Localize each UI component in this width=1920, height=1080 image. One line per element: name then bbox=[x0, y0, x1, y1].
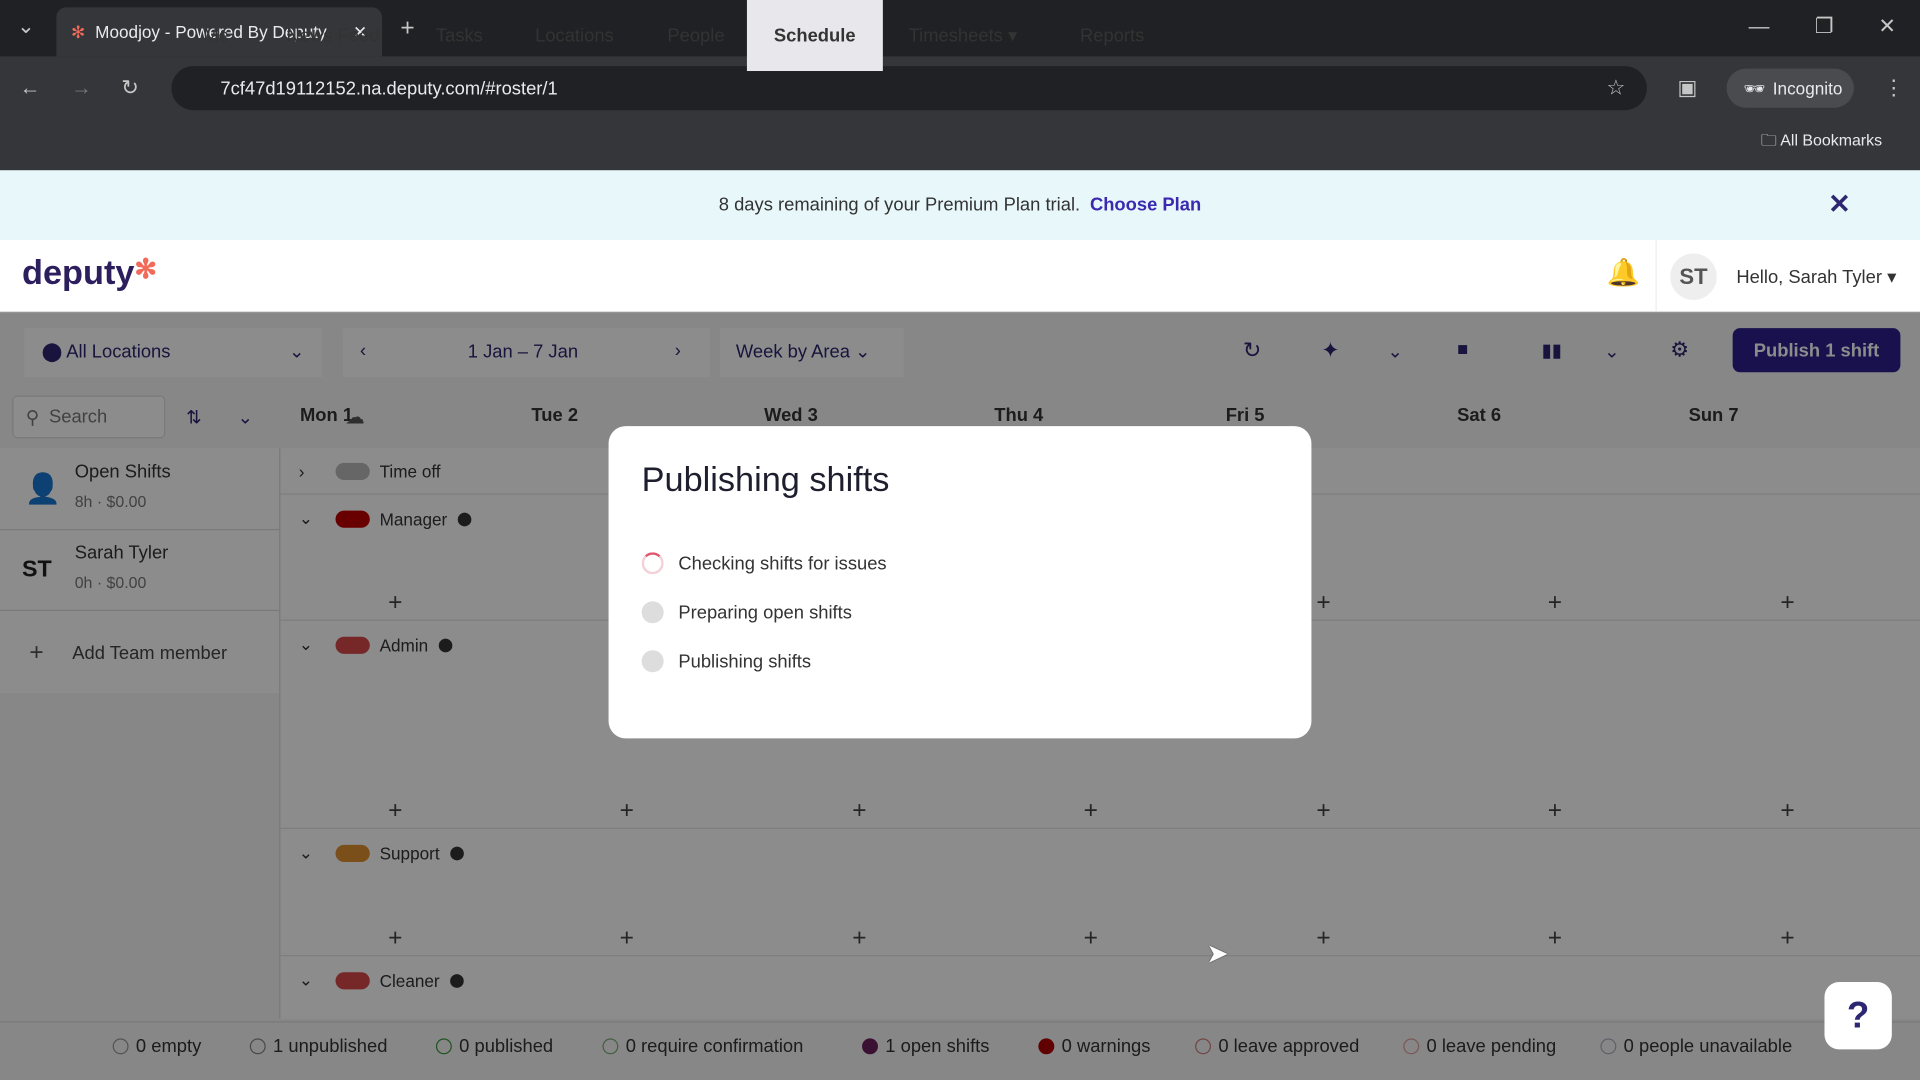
modal-title: Publishing shifts bbox=[641, 460, 890, 499]
spinner-icon bbox=[641, 552, 664, 575]
nav-item-news-feed[interactable]: News Feed bbox=[287, 0, 380, 71]
incognito-icon: 🕶 bbox=[1743, 77, 1766, 98]
incognito-badge[interactable]: 🕶 Incognito bbox=[1726, 68, 1854, 108]
pending-dot-icon bbox=[641, 601, 664, 624]
nav-item-timesheets[interactable]: Timesheets ▾ bbox=[909, 0, 1018, 71]
minimize-icon[interactable]: — bbox=[1749, 15, 1770, 39]
nav-item-schedule[interactable]: Schedule bbox=[746, 0, 883, 72]
pending-dot-icon bbox=[641, 650, 664, 673]
back-icon[interactable]: ← bbox=[20, 76, 41, 100]
mouse-cursor-icon: ➤ bbox=[1206, 937, 1229, 969]
step-publishing: Publishing shifts bbox=[641, 650, 811, 673]
step-preparing: Preparing open shifts bbox=[641, 601, 852, 624]
divider bbox=[1655, 240, 1657, 312]
nav-item-locations[interactable]: Locations bbox=[535, 0, 614, 71]
nav-item-tasks[interactable]: Tasks bbox=[436, 0, 483, 71]
close-window-icon[interactable]: ✕ bbox=[1878, 15, 1895, 39]
new-tab-icon[interactable]: + bbox=[400, 15, 414, 43]
trial-banner: 8 days remaining of your Premium Plan tr… bbox=[0, 170, 1920, 241]
side-panel-icon[interactable]: ▣ bbox=[1678, 76, 1698, 100]
reload-icon[interactable]: ↻ bbox=[121, 76, 138, 100]
notifications-bell-icon[interactable]: 🔔 bbox=[1607, 257, 1641, 289]
tab-search-icon[interactable]: ⌄ bbox=[17, 15, 34, 39]
choose-plan-link[interactable]: Choose Plan bbox=[1090, 195, 1201, 216]
close-banner-icon[interactable]: ✕ bbox=[1828, 189, 1851, 221]
address-bar[interactable]: 7cf47d19112152.na.deputy.com/#roster/1 bbox=[171, 66, 1647, 111]
nav-item-reports[interactable]: Reports bbox=[1080, 0, 1144, 71]
all-bookmarks[interactable]: 🗀 All Bookmarks bbox=[1761, 130, 1882, 157]
bookmark-star-icon[interactable]: ☆ bbox=[1607, 76, 1626, 100]
step-checking: Checking shifts for issues bbox=[641, 552, 887, 575]
help-button[interactable]: ? bbox=[1824, 982, 1892, 1050]
nav-item-me[interactable]: Me bbox=[203, 0, 229, 71]
avatar[interactable]: ST bbox=[1670, 253, 1717, 301]
menu-icon[interactable]: ⋮ bbox=[1883, 76, 1904, 100]
deputy-logo[interactable]: deputy✻ bbox=[22, 253, 157, 292]
user-menu[interactable]: Hello, Sarah Tyler ▾ bbox=[1736, 266, 1896, 288]
favicon-icon: ✻ bbox=[71, 21, 86, 42]
forward-icon[interactable]: → bbox=[71, 76, 92, 100]
restore-icon[interactable]: ❐ bbox=[1815, 15, 1834, 39]
publishing-modal: Publishing shifts Checking shifts for is… bbox=[608, 426, 1312, 739]
nav-item-people[interactable]: People bbox=[667, 0, 724, 71]
